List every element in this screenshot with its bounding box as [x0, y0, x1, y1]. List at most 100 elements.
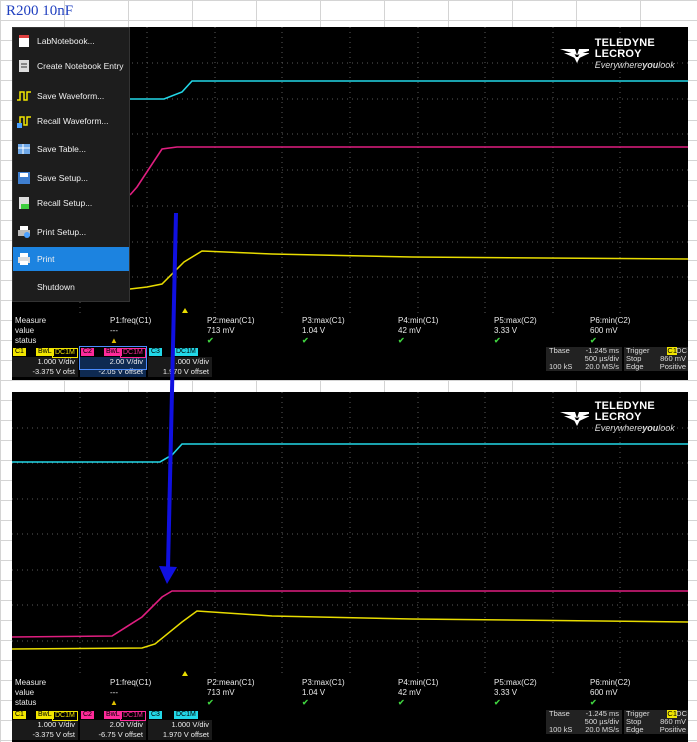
check-icon: ✔: [398, 698, 405, 707]
timebase-panel-top[interactable]: Tbase -1.245 ms 500 µs/div 100 kS 20.0 MS/…: [546, 347, 622, 371]
trigger-marker-top: [182, 308, 188, 313]
measure-header[interactable]: P6:min(C2): [590, 678, 630, 688]
file-menu: LabNotebook... Create Notebook Entry Sav…: [12, 27, 130, 302]
channel-vdiv: 2.00 V/div: [80, 357, 146, 367]
measure-value-label: value: [15, 688, 35, 697]
menu-item-recall-waveform[interactable]: Recall Waveform...: [13, 109, 129, 133]
measure-value-label: value: [15, 326, 35, 335]
timebase-panel-bottom[interactable]: Tbase -1.245 ms 500 µs/div 100 kS 20.0 MS/…: [546, 710, 622, 734]
trace-c2-top: [129, 146, 688, 196]
measure-status-row: status ▲ ✔ ✔ ✔ ✔ ✔: [12, 698, 688, 708]
measure-header[interactable]: P1:freq(C1): [110, 678, 151, 688]
measure-header[interactable]: P3:max(C1): [302, 678, 345, 688]
teledyne-logo-bottom: TELEDYNE LECROY Everywhereyoulook: [560, 401, 688, 434]
warning-icon: ▲: [110, 336, 118, 345]
measure-value: ---: [110, 688, 118, 697]
channel-offset: 1.970 V offset: [148, 730, 212, 740]
measure-header-row: Measure P1:freq(C1) P2:mean(C1) P3:max(C…: [12, 678, 688, 688]
channel-c3-box[interactable]: C3 DC1M 1.000 V/div 1.970 V offset: [148, 710, 212, 740]
channel-c1-box[interactable]: C1 BwL DC1M 1.000 V/div -3.375 V ofst: [12, 710, 78, 740]
menu-item-shutdown[interactable]: Shutdown: [13, 275, 129, 299]
measure-value-row: value --- 713 mV 1.04 V 42 mV 3.33 V 600…: [12, 688, 688, 698]
measure-value: 3.33 V: [494, 326, 518, 335]
channel-vdiv: 1.000 V/div: [12, 720, 78, 730]
print-icon: [17, 252, 31, 266]
measure-value: 713 mV: [207, 688, 235, 697]
channel-bar-bottom: C1 BwL DC1M 1.000 V/div -3.375 V ofst C2 Bw…: [12, 710, 688, 740]
measure-value: 600 mV: [590, 688, 618, 697]
measure-header[interactable]: P6:min(C2): [590, 316, 630, 326]
logo-tagline: Everywhereyoulook: [594, 423, 675, 433]
measure-header[interactable]: P4:min(C1): [398, 678, 438, 688]
channel-c2-box[interactable]: C2 BwL DC1M 2.00 V/div -6.75 V offset: [80, 710, 146, 740]
notebook-icon: [17, 34, 31, 48]
trigger-panel-bottom[interactable]: Trigger C1 DC Stop 860 mV Edge Positive: [624, 710, 688, 734]
check-icon: ✔: [302, 698, 309, 707]
channel-offset: 1.970 V offset: [148, 367, 212, 377]
save-waveform-icon: [17, 89, 31, 103]
check-icon: ✔: [302, 336, 309, 345]
channel-c2-box[interactable]: C2 BwL DC1M 2.00 V/div -2.05 V offset: [79, 346, 147, 377]
measure-header[interactable]: P4:min(C1): [398, 316, 438, 326]
scope-screen-bottom: TELEDYNE LECROY Everywhereyoulook Measur…: [12, 392, 688, 742]
measure-table-top: Measure P1:freq(C1) P2:mean(C1) P3:max(C…: [12, 316, 688, 346]
measure-value: 3.33 V: [494, 688, 518, 697]
channel-offset: -6.75 V offset: [80, 730, 146, 740]
channel-vdiv: 1.000 V/div: [12, 357, 78, 367]
teledyne-logo-top: TELEDYNE LECROY Everywhereyoulook: [560, 38, 688, 71]
channel-offset: -2.05 V offset: [80, 367, 146, 377]
measure-value: 42 mV: [398, 688, 422, 697]
check-icon: ✔: [207, 336, 214, 345]
warning-icon: ▲: [110, 698, 118, 707]
check-icon: ✔: [398, 336, 405, 345]
print-setup-icon: [17, 225, 31, 239]
measure-header[interactable]: P5:max(C2): [494, 678, 537, 688]
measure-table-bottom: Measure P1:freq(C1) P2:mean(C1) P3:max(C…: [12, 678, 688, 708]
measure-value: 1.04 V: [302, 688, 326, 697]
trigger-panel-top[interactable]: Trigger C1 DC Stop 860 mV Edge Positive: [624, 347, 688, 371]
channel-c3-box[interactable]: C3 DC1M .000 V/div 1.970 V offset: [148, 347, 212, 377]
lecroy-wings-icon: [560, 48, 589, 63]
channel-offset: -3.375 V ofst: [12, 730, 78, 740]
menu-item-labnotebook[interactable]: LabNotebook...: [13, 29, 129, 53]
trace-c1-bottom: [12, 610, 688, 650]
save-setup-icon: [17, 171, 31, 185]
check-icon: ✔: [590, 698, 597, 707]
recall-waveform-icon: [17, 114, 31, 128]
measure-value: ---: [110, 326, 118, 335]
channel-c1-box[interactable]: C1 BwL DC1M 1.000 V/div -3.375 V ofst: [12, 347, 78, 377]
menu-item-print-setup[interactable]: Print Setup...: [13, 220, 129, 244]
menu-item-save-setup[interactable]: Save Setup...: [13, 166, 129, 190]
measure-header[interactable]: P2:mean(C1): [207, 316, 255, 326]
trigger-marker-bottom: [182, 671, 188, 676]
trace-c1-top: [129, 250, 688, 290]
menu-item-print[interactable]: Print: [13, 247, 129, 271]
check-icon: ✔: [494, 336, 501, 345]
lecroy-wings-icon: [560, 411, 589, 426]
waveform-grid-bottom: [12, 392, 688, 676]
check-icon: ✔: [590, 336, 597, 345]
measure-header[interactable]: P3:max(C1): [302, 316, 345, 326]
check-icon: ✔: [207, 698, 214, 707]
menu-item-save-table[interactable]: Save Table...: [13, 137, 129, 161]
logo-tagline: Everywhereyoulook: [594, 60, 675, 70]
channel-vdiv: 1.000 V/div: [148, 720, 212, 730]
measure-header[interactable]: P5:max(C2): [494, 316, 537, 326]
menu-item-create-notebook-entry[interactable]: Create Notebook Entry: [13, 54, 129, 78]
menu-item-recall-setup[interactable]: Recall Setup...: [13, 191, 129, 215]
recall-setup-icon: [17, 196, 31, 210]
measure-value-row: value --- 713 mV 1.04 V 42 mV 3.33 V 600…: [12, 326, 688, 336]
channel-vdiv: .000 V/div: [148, 357, 212, 367]
measure-value: 1.04 V: [302, 326, 326, 335]
measure-value: 713 mV: [207, 326, 235, 335]
notebook-entry-icon: [17, 59, 31, 73]
logo-brand: TELEDYNE LECROY: [594, 400, 655, 423]
channel-offset: -3.375 V ofst: [12, 367, 78, 377]
save-table-icon: [17, 142, 31, 156]
check-icon: ✔: [494, 698, 501, 707]
sheet-title: R200 10nF: [6, 3, 74, 19]
measure-header[interactable]: P2:mean(C1): [207, 678, 255, 688]
channel-vdiv: 2.00 V/div: [80, 720, 146, 730]
measure-header[interactable]: P1:freq(C1): [110, 316, 151, 326]
menu-item-save-waveform[interactable]: Save Waveform...: [13, 84, 129, 108]
